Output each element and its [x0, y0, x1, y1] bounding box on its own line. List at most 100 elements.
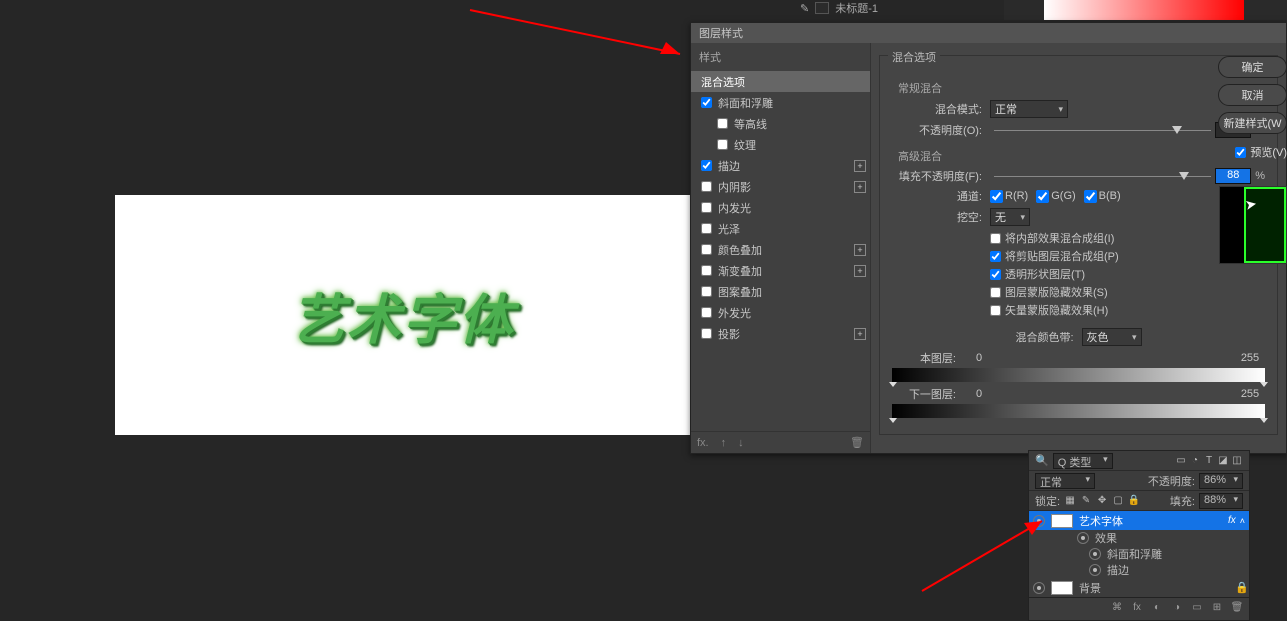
link-icon[interactable]: ⌘: [1111, 602, 1123, 614]
style-row-5[interactable]: 内阴影+: [691, 176, 870, 197]
chevron-down-icon[interactable]: ˄: [1240, 516, 1245, 526]
adv-checkbox[interactable]: [990, 287, 1001, 298]
effects-group[interactable]: 效果: [1029, 530, 1249, 546]
group-icon[interactable]: ▭: [1191, 602, 1203, 614]
plus-icon[interactable]: +: [854, 328, 866, 340]
cancel-button[interactable]: 取消: [1218, 84, 1287, 106]
layer-filter-select[interactable]: Q 类型: [1053, 453, 1113, 469]
style-checkbox[interactable]: [701, 223, 712, 234]
style-row-8[interactable]: 颜色叠加+: [691, 239, 870, 260]
down-arrow-icon[interactable]: ↓: [738, 437, 744, 449]
eye-icon[interactable]: [1033, 582, 1045, 594]
style-row-11[interactable]: 外发光: [691, 302, 870, 323]
fill-opacity-input[interactable]: 88: [1215, 168, 1251, 184]
filter-icon-1[interactable]: ▭: [1175, 455, 1187, 467]
style-checkbox[interactable]: [701, 202, 712, 213]
lock-pixels-icon[interactable]: ▦: [1064, 495, 1076, 507]
blendif-select[interactable]: 灰色: [1082, 328, 1142, 346]
adv-checkbox[interactable]: [990, 305, 1001, 316]
style-checkbox[interactable]: [701, 307, 712, 318]
channels-label: 通道:: [892, 188, 982, 204]
lock-brush-icon[interactable]: ✎: [1080, 495, 1092, 507]
adv-checkbox[interactable]: [990, 251, 1001, 262]
filter-icon-5[interactable]: ◫: [1231, 455, 1243, 467]
ok-button[interactable]: 确定: [1218, 56, 1287, 78]
style-checkbox[interactable]: [701, 265, 712, 276]
knockout-select[interactable]: 无: [990, 208, 1030, 226]
lock-icon: 🔒: [1235, 581, 1245, 594]
mask-icon[interactable]: ◐: [1151, 602, 1163, 614]
style-row-10[interactable]: 图案叠加: [691, 281, 870, 302]
eye-icon[interactable]: [1089, 548, 1101, 560]
canvas[interactable]: 艺术字体: [115, 195, 690, 435]
document-tab[interactable]: ✎ 未标题-1: [800, 0, 878, 16]
style-checkbox[interactable]: [701, 244, 712, 255]
adv-check-4[interactable]: 矢量蒙版隐藏效果(H): [990, 302, 1265, 318]
fx-icon[interactable]: fx.: [697, 437, 709, 449]
style-checkbox[interactable]: [701, 160, 712, 171]
layer-background[interactable]: 背景 🔒: [1029, 578, 1249, 597]
canvas-text[interactable]: 艺术字体: [291, 276, 515, 355]
style-checkbox[interactable]: [701, 328, 712, 339]
style-checkbox[interactable]: [717, 118, 728, 129]
style-row-1[interactable]: 斜面和浮雕: [691, 92, 870, 113]
preview-checkbox[interactable]: [1235, 147, 1246, 158]
search-icon[interactable]: 🔍: [1035, 454, 1049, 467]
channel-b[interactable]: B(B): [1084, 190, 1121, 203]
style-row-9[interactable]: 渐变叠加+: [691, 260, 870, 281]
adv-check-label: 将内部效果混合成组(I): [1005, 230, 1114, 246]
channel-g[interactable]: G(G): [1036, 190, 1075, 203]
dialog-titlebar[interactable]: 图层样式: [691, 23, 1286, 43]
plus-icon[interactable]: +: [854, 265, 866, 277]
adv-check-2[interactable]: 透明形状图层(T): [990, 266, 1265, 282]
style-row-0[interactable]: 混合选项: [691, 71, 870, 92]
filter-icon-2[interactable]: ◔: [1189, 455, 1201, 467]
trash-icon[interactable]: 🗑: [1231, 602, 1243, 614]
trash-icon[interactable]: 🗑: [850, 436, 864, 449]
this-layer-gradient[interactable]: [892, 368, 1265, 382]
adv-check-3[interactable]: 图层蒙版隐藏效果(S): [990, 284, 1265, 300]
plus-icon[interactable]: +: [854, 160, 866, 172]
adjust-icon[interactable]: ◑: [1171, 602, 1183, 614]
fx-label[interactable]: fx: [1228, 515, 1236, 526]
layer-text[interactable]: 艺术字体 fx ˄: [1029, 511, 1249, 530]
filter-icon-3[interactable]: T: [1203, 455, 1215, 467]
style-label: 外发光: [718, 305, 751, 321]
layer-opacity-select[interactable]: 86%: [1199, 473, 1243, 489]
style-checkbox[interactable]: [701, 286, 712, 297]
style-row-3[interactable]: 纹理: [691, 134, 870, 155]
lock-all-icon[interactable]: 🔒: [1128, 495, 1140, 507]
fx-icon[interactable]: fx: [1131, 602, 1143, 614]
blend-mode-select[interactable]: 正常: [990, 100, 1068, 118]
style-row-4[interactable]: 描边+: [691, 155, 870, 176]
effect-bevel[interactable]: 斜面和浮雕: [1029, 546, 1249, 562]
color-picker-panel[interactable]: [1044, 0, 1244, 20]
plus-icon[interactable]: +: [854, 244, 866, 256]
up-arrow-icon[interactable]: ↑: [721, 437, 727, 449]
style-row-6[interactable]: 内发光: [691, 197, 870, 218]
adv-checkbox[interactable]: [990, 233, 1001, 244]
new-layer-icon[interactable]: ⊞: [1211, 602, 1223, 614]
fill-opacity-slider[interactable]: [994, 169, 1211, 183]
style-checkbox[interactable]: [701, 97, 712, 108]
opacity-slider[interactable]: [994, 123, 1211, 137]
filter-icon-4[interactable]: ◪: [1217, 455, 1229, 467]
lock-artboard-icon[interactable]: ▢: [1112, 495, 1124, 507]
channel-r[interactable]: R(R): [990, 190, 1028, 203]
new-style-button[interactable]: 新建样式(W: [1218, 112, 1287, 134]
style-row-2[interactable]: 等高线: [691, 113, 870, 134]
adv-checkbox[interactable]: [990, 269, 1001, 280]
effect-stroke[interactable]: 描边: [1029, 562, 1249, 578]
eye-icon[interactable]: [1033, 515, 1045, 527]
under-layer-gradient[interactable]: [892, 404, 1265, 418]
fill-select[interactable]: 88%: [1199, 493, 1243, 509]
lock-move-icon[interactable]: ✥: [1096, 495, 1108, 507]
style-checkbox[interactable]: [717, 139, 728, 150]
eye-icon[interactable]: [1089, 564, 1101, 576]
layer-blend-select[interactable]: 正常: [1035, 473, 1095, 489]
style-row-7[interactable]: 光泽: [691, 218, 870, 239]
style-checkbox[interactable]: [701, 181, 712, 192]
plus-icon[interactable]: +: [854, 181, 866, 193]
eye-icon[interactable]: [1077, 532, 1089, 544]
style-row-12[interactable]: 投影+: [691, 323, 870, 344]
